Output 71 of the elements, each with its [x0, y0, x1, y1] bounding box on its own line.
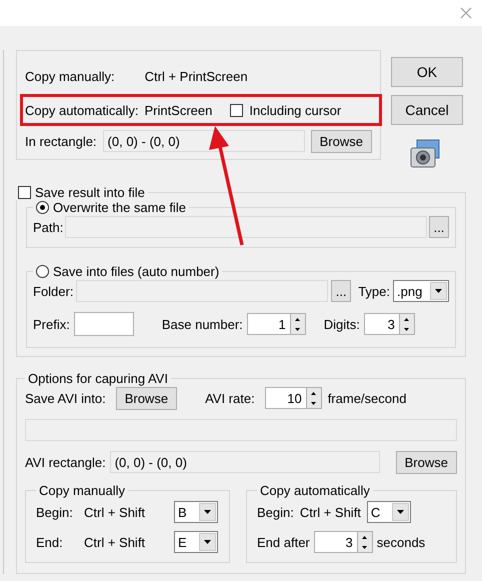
down-arrow-icon — [311, 402, 316, 404]
label: Including cursor — [249, 102, 342, 118]
dropdown[interactable]: E — [174, 531, 218, 553]
group-title: Copy automatically — [260, 483, 370, 498]
caret-icon — [396, 510, 404, 514]
prefix-field[interactable] — [74, 312, 134, 336]
number-field[interactable]: 3 — [364, 313, 400, 335]
down-arrow-icon — [404, 328, 410, 330]
checkbox[interactable] — [230, 104, 244, 117]
camera-icon — [409, 139, 441, 169]
number-field[interactable]: 1 — [246, 313, 291, 335]
label: Copy automatically: — [25, 102, 138, 118]
label: Ctrl + Shift — [300, 504, 361, 520]
number-field[interactable]: 3 — [314, 531, 358, 553]
group-title: Options for capuring AVI — [28, 371, 168, 386]
checkbox[interactable] — [18, 186, 31, 199]
dropdown[interactable]: .png — [393, 280, 449, 302]
radio-button[interactable] — [36, 201, 49, 214]
path-field[interactable] — [65, 216, 427, 238]
caret-icon — [204, 540, 211, 544]
cancel-button[interactable]: Cancel — [391, 95, 463, 125]
label: Digits: — [324, 316, 360, 332]
label: Save into files (auto number) — [53, 264, 220, 279]
radio-button[interactable] — [36, 265, 49, 278]
dropdown[interactable]: C — [366, 501, 411, 523]
up-arrow-icon — [362, 536, 368, 538]
label: seconds — [376, 534, 426, 550]
label: Prefix: — [33, 316, 70, 332]
label: Ctrl + PrintScreen — [144, 69, 248, 84]
caret-icon — [204, 510, 211, 514]
number-field[interactable]: 10 — [264, 387, 307, 409]
browse-button[interactable]: Browse — [116, 386, 178, 410]
down-arrow-icon — [295, 328, 300, 330]
label: End: — [36, 534, 64, 550]
up-arrow-icon — [311, 392, 316, 394]
up-arrow-icon — [404, 318, 410, 320]
label: Save AVI into: — [25, 390, 106, 406]
spin-buttons[interactable] — [358, 531, 373, 553]
label: AVI rate: — [205, 390, 255, 406]
ok-button[interactable]: OK — [391, 57, 463, 87]
label: In rectangle: — [25, 134, 97, 149]
label: Save result into file — [35, 185, 145, 200]
label: Begin: — [36, 504, 74, 520]
label: frame/second — [328, 390, 406, 406]
browse-button[interactable]: ... — [429, 216, 449, 238]
label: Folder: — [33, 284, 74, 298]
dropdown[interactable]: B — [174, 501, 218, 523]
up-arrow-icon — [295, 318, 300, 320]
label: Ctrl + Shift — [84, 504, 146, 520]
label: PrintScreen — [144, 102, 212, 118]
spin-buttons[interactable] — [306, 387, 322, 409]
browse-button[interactable]: ... — [331, 280, 352, 302]
label: Path: — [33, 220, 64, 234]
label: Overwrite the same file — [53, 200, 186, 215]
down-arrow-icon — [362, 546, 368, 548]
label: End after — [257, 534, 310, 550]
rectangle-field: (0, 0) - (0, 0) — [102, 130, 305, 152]
label: Begin: — [257, 504, 294, 520]
label: Base number: — [162, 316, 243, 332]
caret-icon — [435, 289, 442, 293]
label: AVI rectangle: — [25, 454, 106, 470]
browse-button[interactable]: Browse — [310, 130, 372, 153]
rectangle-field: (0, 0) - (0, 0) — [110, 451, 380, 473]
spin-buttons[interactable] — [400, 313, 415, 335]
label: Type: — [358, 284, 390, 298]
label: Copy manually: — [25, 69, 115, 84]
spin-buttons[interactable] — [290, 313, 306, 335]
label: Ctrl + Shift — [84, 534, 146, 550]
group-title: Copy manually — [39, 483, 125, 498]
close-icon[interactable] — [460, 7, 472, 19]
browse-button[interactable]: Browse — [396, 450, 457, 474]
